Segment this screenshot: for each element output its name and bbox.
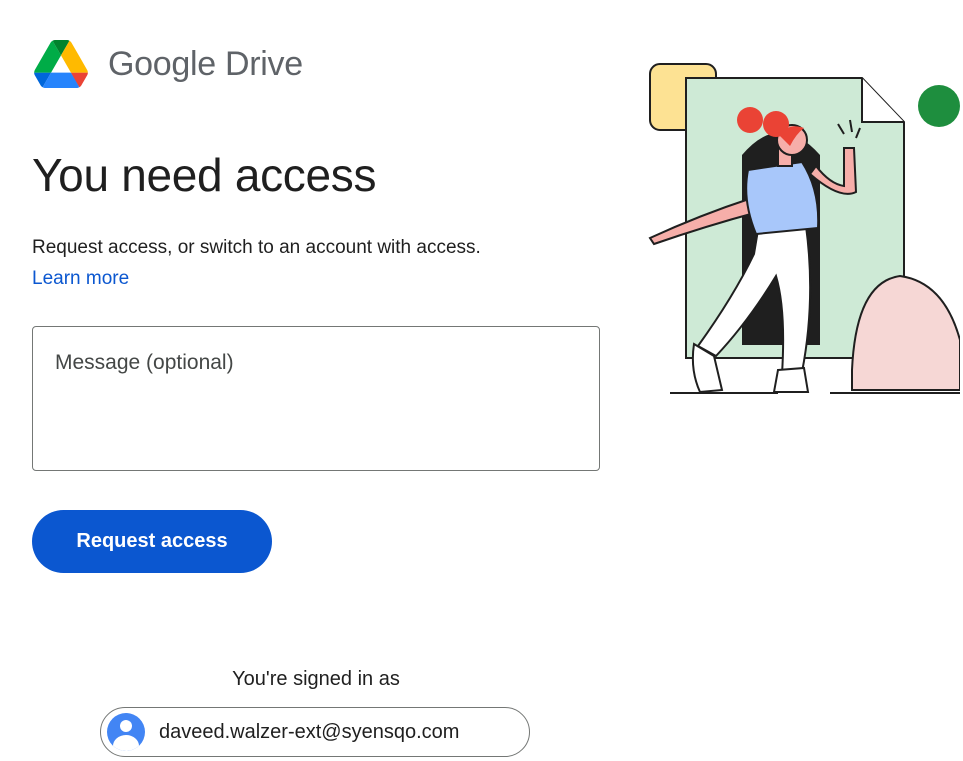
access-illustration <box>648 63 960 394</box>
product-name: Google Drive <box>108 45 303 83</box>
page: Google Drive You need access Request acc… <box>0 0 963 761</box>
google-drive-logo: Google Drive <box>34 40 303 88</box>
person-shirt <box>745 160 820 236</box>
green-dot-shape <box>918 85 960 127</box>
learn-more-link[interactable]: Learn more <box>32 267 129 292</box>
page-title: You need access <box>32 149 377 201</box>
account-avatar-icon <box>107 713 145 751</box>
request-access-button[interactable]: Request access <box>32 510 272 573</box>
access-description: Request access, or switch to an account … <box>32 237 481 258</box>
signed-in-label: You're signed in as <box>232 668 400 690</box>
account-chip[interactable]: daveed.walzer-ext@syensqo.com <box>100 707 530 757</box>
person-shoe-front <box>772 366 810 393</box>
google-drive-logo-icon <box>34 40 88 88</box>
person-hair-bun-1 <box>737 107 763 133</box>
message-input[interactable] <box>32 326 600 471</box>
account-email: daveed.walzer-ext@syensqo.com <box>159 720 460 743</box>
